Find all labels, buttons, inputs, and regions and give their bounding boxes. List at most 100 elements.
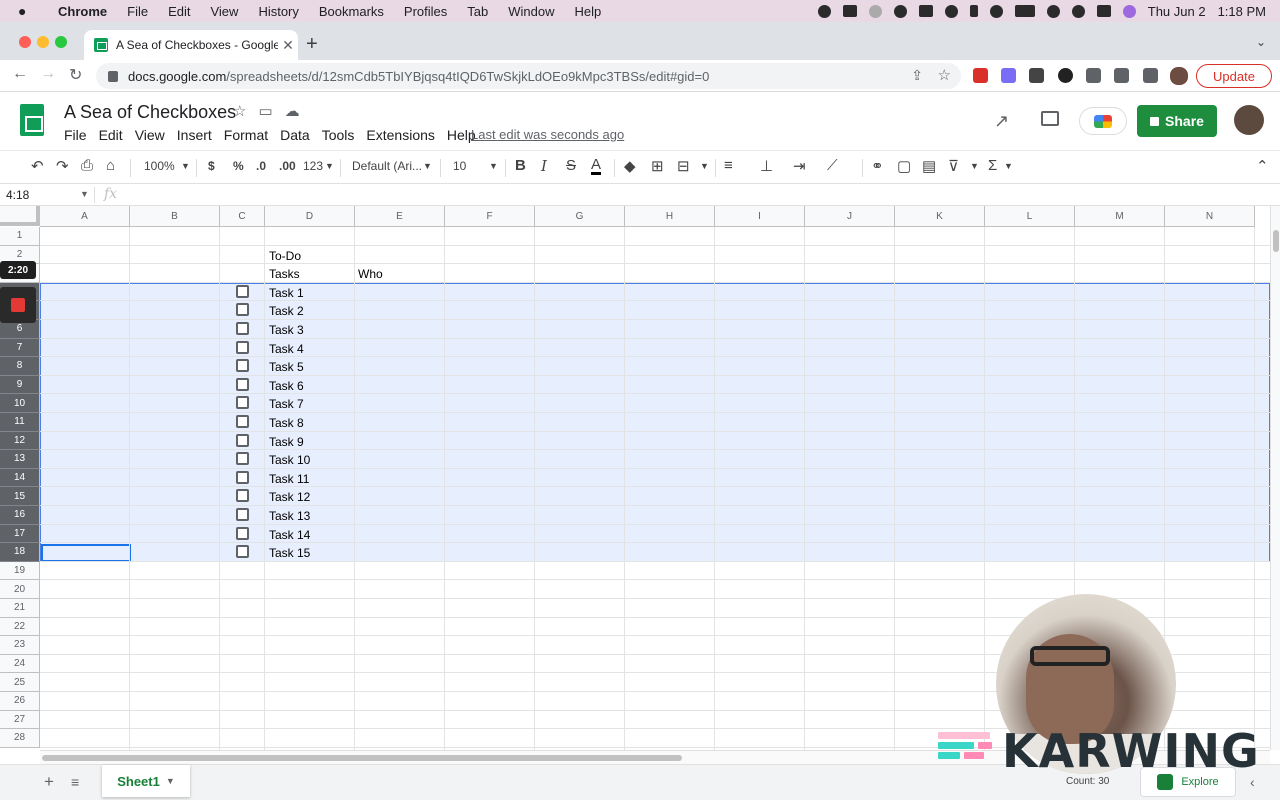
search-icon[interactable] [1071,4,1085,18]
meet-button[interactable] [1079,107,1127,135]
insert-chart-icon[interactable]: ▤ [922,157,936,175]
column-header-i[interactable]: I [715,206,805,227]
bluetooth-icon[interactable] [969,5,978,17]
apple-logo-icon[interactable]: ● [18,3,36,19]
horizontal-scroll-thumb[interactable] [42,755,682,761]
menu-bookmarks[interactable]: Bookmarks [319,4,384,19]
row-header-23[interactable]: 23 [0,636,40,655]
stop-recording-button[interactable] [0,287,36,323]
tab-close-icon[interactable]: ✕ [278,37,298,54]
task-label[interactable]: Task 6 [269,379,304,393]
column-header-j[interactable]: J [805,206,895,227]
menu-help[interactable]: Help [575,4,602,19]
horizontal-align-icon[interactable]: ≡ [724,157,733,174]
row-header-25[interactable]: 25 [0,673,40,692]
play-icon[interactable] [944,4,958,18]
column-header-d[interactable]: D [265,206,355,227]
task-label[interactable]: Task 3 [269,323,304,337]
task-label[interactable]: Task 11 [269,472,309,486]
text-wrap-icon[interactable]: ⇥ [793,157,806,175]
column-header-g[interactable]: G [535,206,625,227]
menu-window[interactable]: Window [508,4,554,19]
task-checkbox[interactable] [236,452,249,466]
window-minimize-button[interactable] [37,36,49,48]
row-header-11[interactable]: 11 [0,413,40,432]
column-header-n[interactable]: N [1165,206,1255,227]
task-checkbox[interactable] [236,489,249,503]
task-checkbox[interactable] [236,508,249,521]
menu-edit[interactable]: Edit [168,4,190,19]
row-header-26[interactable]: 26 [0,692,40,711]
text-rotation-icon[interactable]: ⟋ [827,157,838,174]
star-icon[interactable]: ☆ [233,102,246,120]
row-header-9[interactable]: 9 [0,375,40,395]
wifi-icon[interactable] [1046,4,1060,18]
cell-e3[interactable]: Who [358,267,383,281]
puzzle-icon[interactable] [1086,68,1101,83]
add-sheet-button[interactable]: + [44,772,54,792]
tab-search-chevron-icon[interactable]: ⌄ [1256,35,1266,49]
task-label[interactable]: Task 12 [269,490,310,504]
filter-caret-icon[interactable]: ▼ [970,161,979,171]
decrease-decimal-button[interactable]: .0 [256,159,266,173]
insert-link-icon[interactable]: ⚭ [871,157,884,175]
screen-icon[interactable] [918,5,933,17]
task-checkbox[interactable] [236,322,249,335]
menubar-date[interactable]: Thu Jun 2 [1148,4,1206,19]
doc-menu-data[interactable]: Data [280,127,310,143]
column-header-k[interactable]: K [895,206,985,227]
column-header-b[interactable]: B [130,206,220,227]
doc-menu-file[interactable]: File [64,127,87,143]
undo-icon[interactable]: ↶ [31,157,44,175]
activity-trend-icon[interactable]: ↗ [994,111,1009,132]
task-checkbox[interactable] [236,396,249,410]
row-header-14[interactable]: 14 [0,468,40,488]
extension-icon-2[interactable] [1001,68,1016,83]
all-sheets-button[interactable]: ≡ [71,774,79,790]
print-icon[interactable]: ⎙ [81,157,93,174]
row-header-18[interactable]: 18 [0,543,40,562]
text-color-button[interactable]: A [591,157,602,175]
column-header-h[interactable]: H [625,206,715,227]
redo-icon[interactable]: ↷ [56,157,69,175]
task-checkbox[interactable] [236,377,249,391]
row-header-28[interactable]: 28 [0,729,40,748]
row-header-24[interactable]: 24 [0,654,40,674]
share-button[interactable]: Share [1137,105,1217,137]
cloud-status-icon[interactable]: ☁ [285,102,300,120]
task-label[interactable]: Task 15 [269,546,310,560]
menu-file[interactable]: File [127,4,148,19]
new-tab-button[interactable]: + [306,33,318,56]
document-title[interactable]: A Sea of Checkboxes [64,102,236,123]
window-close-button[interactable] [19,36,31,48]
menubar-time[interactable]: 1:18 PM [1218,4,1266,19]
side-panel-icon[interactable] [1143,68,1158,83]
window-zoom-button[interactable] [55,36,67,48]
task-label[interactable]: Task 9 [269,435,304,449]
functions-caret-icon[interactable]: ▼ [1004,161,1013,171]
doc-menu-extensions[interactable]: Extensions [366,127,434,143]
row-header-1[interactable]: 1 [0,227,40,246]
doc-menu-insert[interactable]: Insert [177,127,212,143]
battery-icon[interactable] [1014,5,1035,17]
menu-view[interactable]: View [210,4,238,19]
font-size-caret-icon[interactable]: ▼ [489,161,498,171]
status-icon-2[interactable] [842,5,857,17]
extension-icon-1[interactable] [973,68,988,83]
share-page-icon[interactable]: ⇪ [911,67,923,84]
row-header-10[interactable]: 10 [0,394,40,413]
siri-icon[interactable] [1122,4,1136,18]
row-header-16[interactable]: 16 [0,506,40,525]
column-header-c[interactable]: C [220,206,265,227]
task-label[interactable]: Task 4 [269,342,304,356]
user-avatar[interactable] [1234,105,1264,135]
cell-d2[interactable]: To-Do [269,249,301,263]
menu-history[interactable]: History [258,4,298,19]
task-checkbox[interactable] [236,284,249,298]
row-header-20[interactable]: 20 [0,580,40,599]
column-header-l[interactable]: L [985,206,1075,227]
column-header-f[interactable]: F [445,206,535,227]
moon-icon[interactable] [989,4,1003,18]
font-caret-icon[interactable]: ▼ [423,161,432,171]
vertical-scroll-thumb[interactable] [1273,230,1279,252]
